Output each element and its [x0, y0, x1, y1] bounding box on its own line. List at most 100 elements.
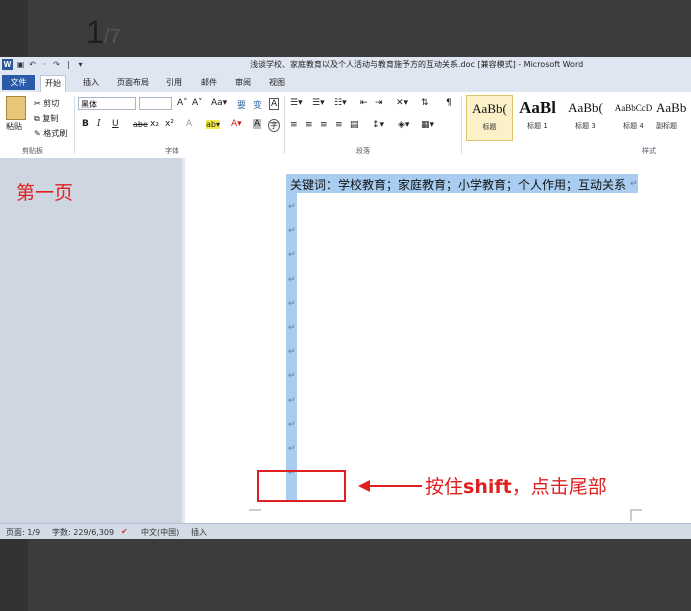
undo-icon[interactable]: ↶: [28, 60, 37, 69]
style-heading-1[interactable]: AaBl 标题 1: [514, 95, 561, 141]
subscript-button[interactable]: x₂: [150, 119, 159, 129]
shrink-font-button[interactable]: A˅: [192, 98, 203, 108]
bold-button[interactable]: B: [82, 119, 89, 129]
language-indicator[interactable]: 中文(中国): [141, 527, 179, 538]
copy-button[interactable]: ⧉ 复制: [34, 113, 58, 124]
paragraph-mark: ↵: [288, 202, 296, 212]
customize-qat-icon[interactable]: ▾: [76, 60, 85, 69]
annotation-instruction: 按住shift，点击尾部: [425, 472, 607, 499]
paragraph-mark: ↵: [288, 395, 296, 406]
tab-page-layout[interactable]: 页面布局: [113, 75, 153, 90]
step-indicator: 1/7: [86, 14, 120, 51]
decrease-indent-button[interactable]: ⇤: [360, 98, 368, 108]
paragraph-mark: ↵: [288, 274, 296, 285]
save-icon[interactable]: ▣: [16, 60, 25, 69]
multilevel-list-button[interactable]: ☷▾: [334, 98, 347, 108]
style-sample: AaBb(: [568, 100, 603, 115]
shading-button[interactable]: ◈▾: [398, 120, 409, 130]
pinyin-guide-button[interactable]: 要: [237, 98, 246, 111]
font-size-select[interactable]: [139, 97, 172, 110]
chinese-layout-button[interactable]: ✕▾: [396, 98, 408, 108]
grow-font-button[interactable]: A˄: [177, 98, 188, 108]
paragraph-mark: ↵: [288, 419, 296, 430]
numbering-button[interactable]: ☰▾: [312, 98, 325, 108]
cut-label: 剪切: [43, 99, 60, 108]
tab-references[interactable]: 引用: [162, 75, 186, 90]
style-subtitle[interactable]: AaBb 副标题: [656, 95, 691, 141]
format-painter-button[interactable]: ✎ 格式刷: [34, 128, 67, 139]
paragraph-mark: ↵: [288, 226, 296, 237]
insert-mode[interactable]: 插入: [191, 527, 207, 538]
instruction-post: ，点击尾部: [511, 476, 607, 498]
align-right-button[interactable]: ≡: [320, 120, 328, 130]
style-name: 副标题: [656, 122, 677, 130]
scissors-icon: ✂: [34, 99, 41, 108]
style-heading-4[interactable]: AaBbCcD 标题 4: [610, 95, 657, 141]
character-change-button[interactable]: 变: [253, 98, 262, 111]
align-center-button[interactable]: ≡: [305, 120, 313, 130]
tab-file[interactable]: 文件: [2, 75, 35, 90]
justify-button[interactable]: ≡: [335, 120, 343, 130]
clear-format-button[interactable]: A: [186, 119, 192, 129]
superscript-button[interactable]: x²: [165, 119, 174, 129]
style-sample: AaBb(: [472, 101, 507, 116]
word-logo-icon[interactable]: W: [2, 59, 13, 70]
underline-button[interactable]: U: [112, 119, 119, 129]
window-title: 浅谈学校、家庭教育以及个人活动与教育施予方的互动关系.doc [兼容模式] - …: [250, 60, 584, 69]
style-title[interactable]: AaBb( 标题: [466, 95, 513, 141]
undo-dropdown-icon[interactable]: ·: [40, 60, 49, 69]
paragraph-mark: ↵: [288, 298, 296, 309]
paragraph-mark: ↵: [288, 347, 296, 358]
document-page[interactable]: [185, 158, 691, 523]
show-marks-button[interactable]: ¶: [446, 98, 452, 108]
styles-group-label: 样式: [642, 147, 656, 155]
font-name-select[interactable]: 黑体: [78, 97, 136, 110]
font-color-button[interactable]: A▾: [231, 119, 242, 129]
font-group-label: 字体: [165, 147, 179, 155]
style-name: 标题 1: [527, 122, 548, 130]
change-case-button[interactable]: Aa▾: [211, 98, 227, 108]
tab-mailings[interactable]: 邮件: [197, 75, 221, 90]
style-sample: AaBl: [519, 98, 556, 117]
title-bar: W ▣ ↶ · ↷ | ▾ 浅谈学校、家庭教育以及个人活动与教育施予方的互动关系…: [0, 57, 691, 75]
style-heading-3[interactable]: AaBb( 标题 3: [562, 95, 609, 141]
character-border-button[interactable]: A: [269, 98, 280, 110]
group-divider: [284, 96, 285, 154]
paste-button[interactable]: 粘贴: [6, 121, 22, 132]
sort-button[interactable]: ⇅: [421, 98, 429, 108]
paragraph-mark: ↵: [288, 250, 296, 261]
char-shading-button[interactable]: A: [253, 119, 262, 129]
word-count[interactable]: 字数: 229/6,309: [52, 527, 114, 538]
paragraph-group-label: 段落: [356, 147, 370, 155]
proofing-icon[interactable]: ✔: [121, 527, 128, 536]
strikethrough-button[interactable]: abe: [133, 120, 148, 129]
italic-button[interactable]: I: [97, 119, 101, 129]
tab-insert[interactable]: 插入: [79, 75, 103, 90]
margin-corner-mark: [249, 509, 261, 511]
bullets-button[interactable]: ☰▾: [290, 98, 303, 108]
paragraph-mark: ↵: [630, 179, 638, 189]
copy-label: 复制: [42, 114, 59, 123]
cut-button[interactable]: ✂ 剪切: [34, 98, 59, 109]
step-current: 1: [86, 14, 104, 50]
tab-review[interactable]: 审阅: [231, 75, 255, 90]
format-painter-label: 格式刷: [43, 129, 68, 138]
line-spacing-button[interactable]: ↕▾: [372, 120, 384, 130]
redo-icon[interactable]: ↷: [52, 60, 61, 69]
paragraph-mark: ↵: [288, 323, 296, 333]
annotation-arrow-icon: [358, 480, 422, 492]
keywords-paragraph[interactable]: 关键词：学校教育；家庭教育；小学教育；个人作用；互动关系: [290, 176, 626, 193]
highlight-button[interactable]: ab▾: [206, 120, 220, 129]
borders-button[interactable]: ▦▾: [421, 120, 434, 130]
tab-view[interactable]: 视图: [265, 75, 289, 90]
page-count[interactable]: 页面: 1/9: [6, 527, 40, 538]
word-window: W ▣ ↶ · ↷ | ▾ 浅谈学校、家庭教育以及个人活动与教育施予方的互动关系…: [0, 57, 691, 539]
paste-icon[interactable]: [6, 96, 26, 120]
align-left-button[interactable]: ≡: [290, 120, 298, 130]
increase-indent-button[interactable]: ⇥: [375, 98, 383, 108]
style-name: 标题: [482, 123, 497, 131]
brush-icon: ✎: [34, 129, 41, 138]
enclose-character-button[interactable]: 字: [268, 119, 280, 132]
tab-home[interactable]: 开始: [40, 75, 66, 92]
distributed-button[interactable]: ▤: [350, 120, 359, 130]
